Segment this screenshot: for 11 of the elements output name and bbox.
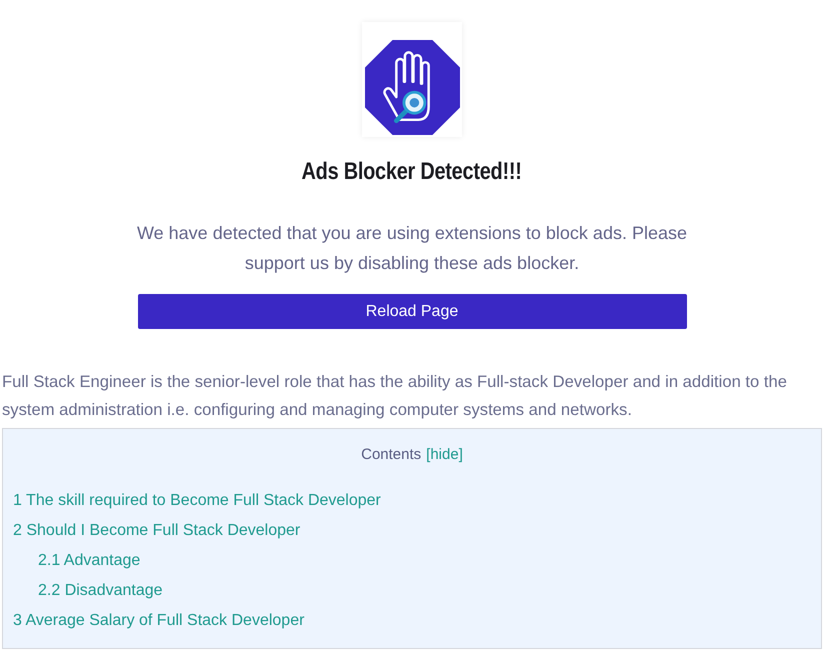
alert-title: Ads Blocker Detected!!!	[302, 157, 522, 187]
toc-link[interactable]: 1 The skill required to Become Full Stack Developer	[13, 486, 381, 516]
toc-link[interactable]: 2.1 Advantage	[38, 546, 140, 576]
toc-link[interactable]: 2.2 Disadvantage	[38, 576, 163, 606]
article-paragraph: Full Stack Engineer is the senior-level role that has the ability as Full-stack Developer and in addition to the system administration i.e. configuring and managing computer systems and networks.	[1, 371, 788, 421]
contents-title: Contents	[361, 445, 422, 465]
toc-link[interactable]: 2 Should I Become Full Stack Developer	[13, 516, 300, 546]
alert-message: We have detected that you are using extensions to block ads. Please support us by disabling these ads blocker.	[136, 222, 688, 275]
hide-link[interactable]: [hide]	[426, 440, 463, 470]
reload-button[interactable]: Reload Page	[138, 294, 686, 329]
toc-link[interactable]: 3 Average Salary of Full Stack Developer	[13, 606, 304, 636]
